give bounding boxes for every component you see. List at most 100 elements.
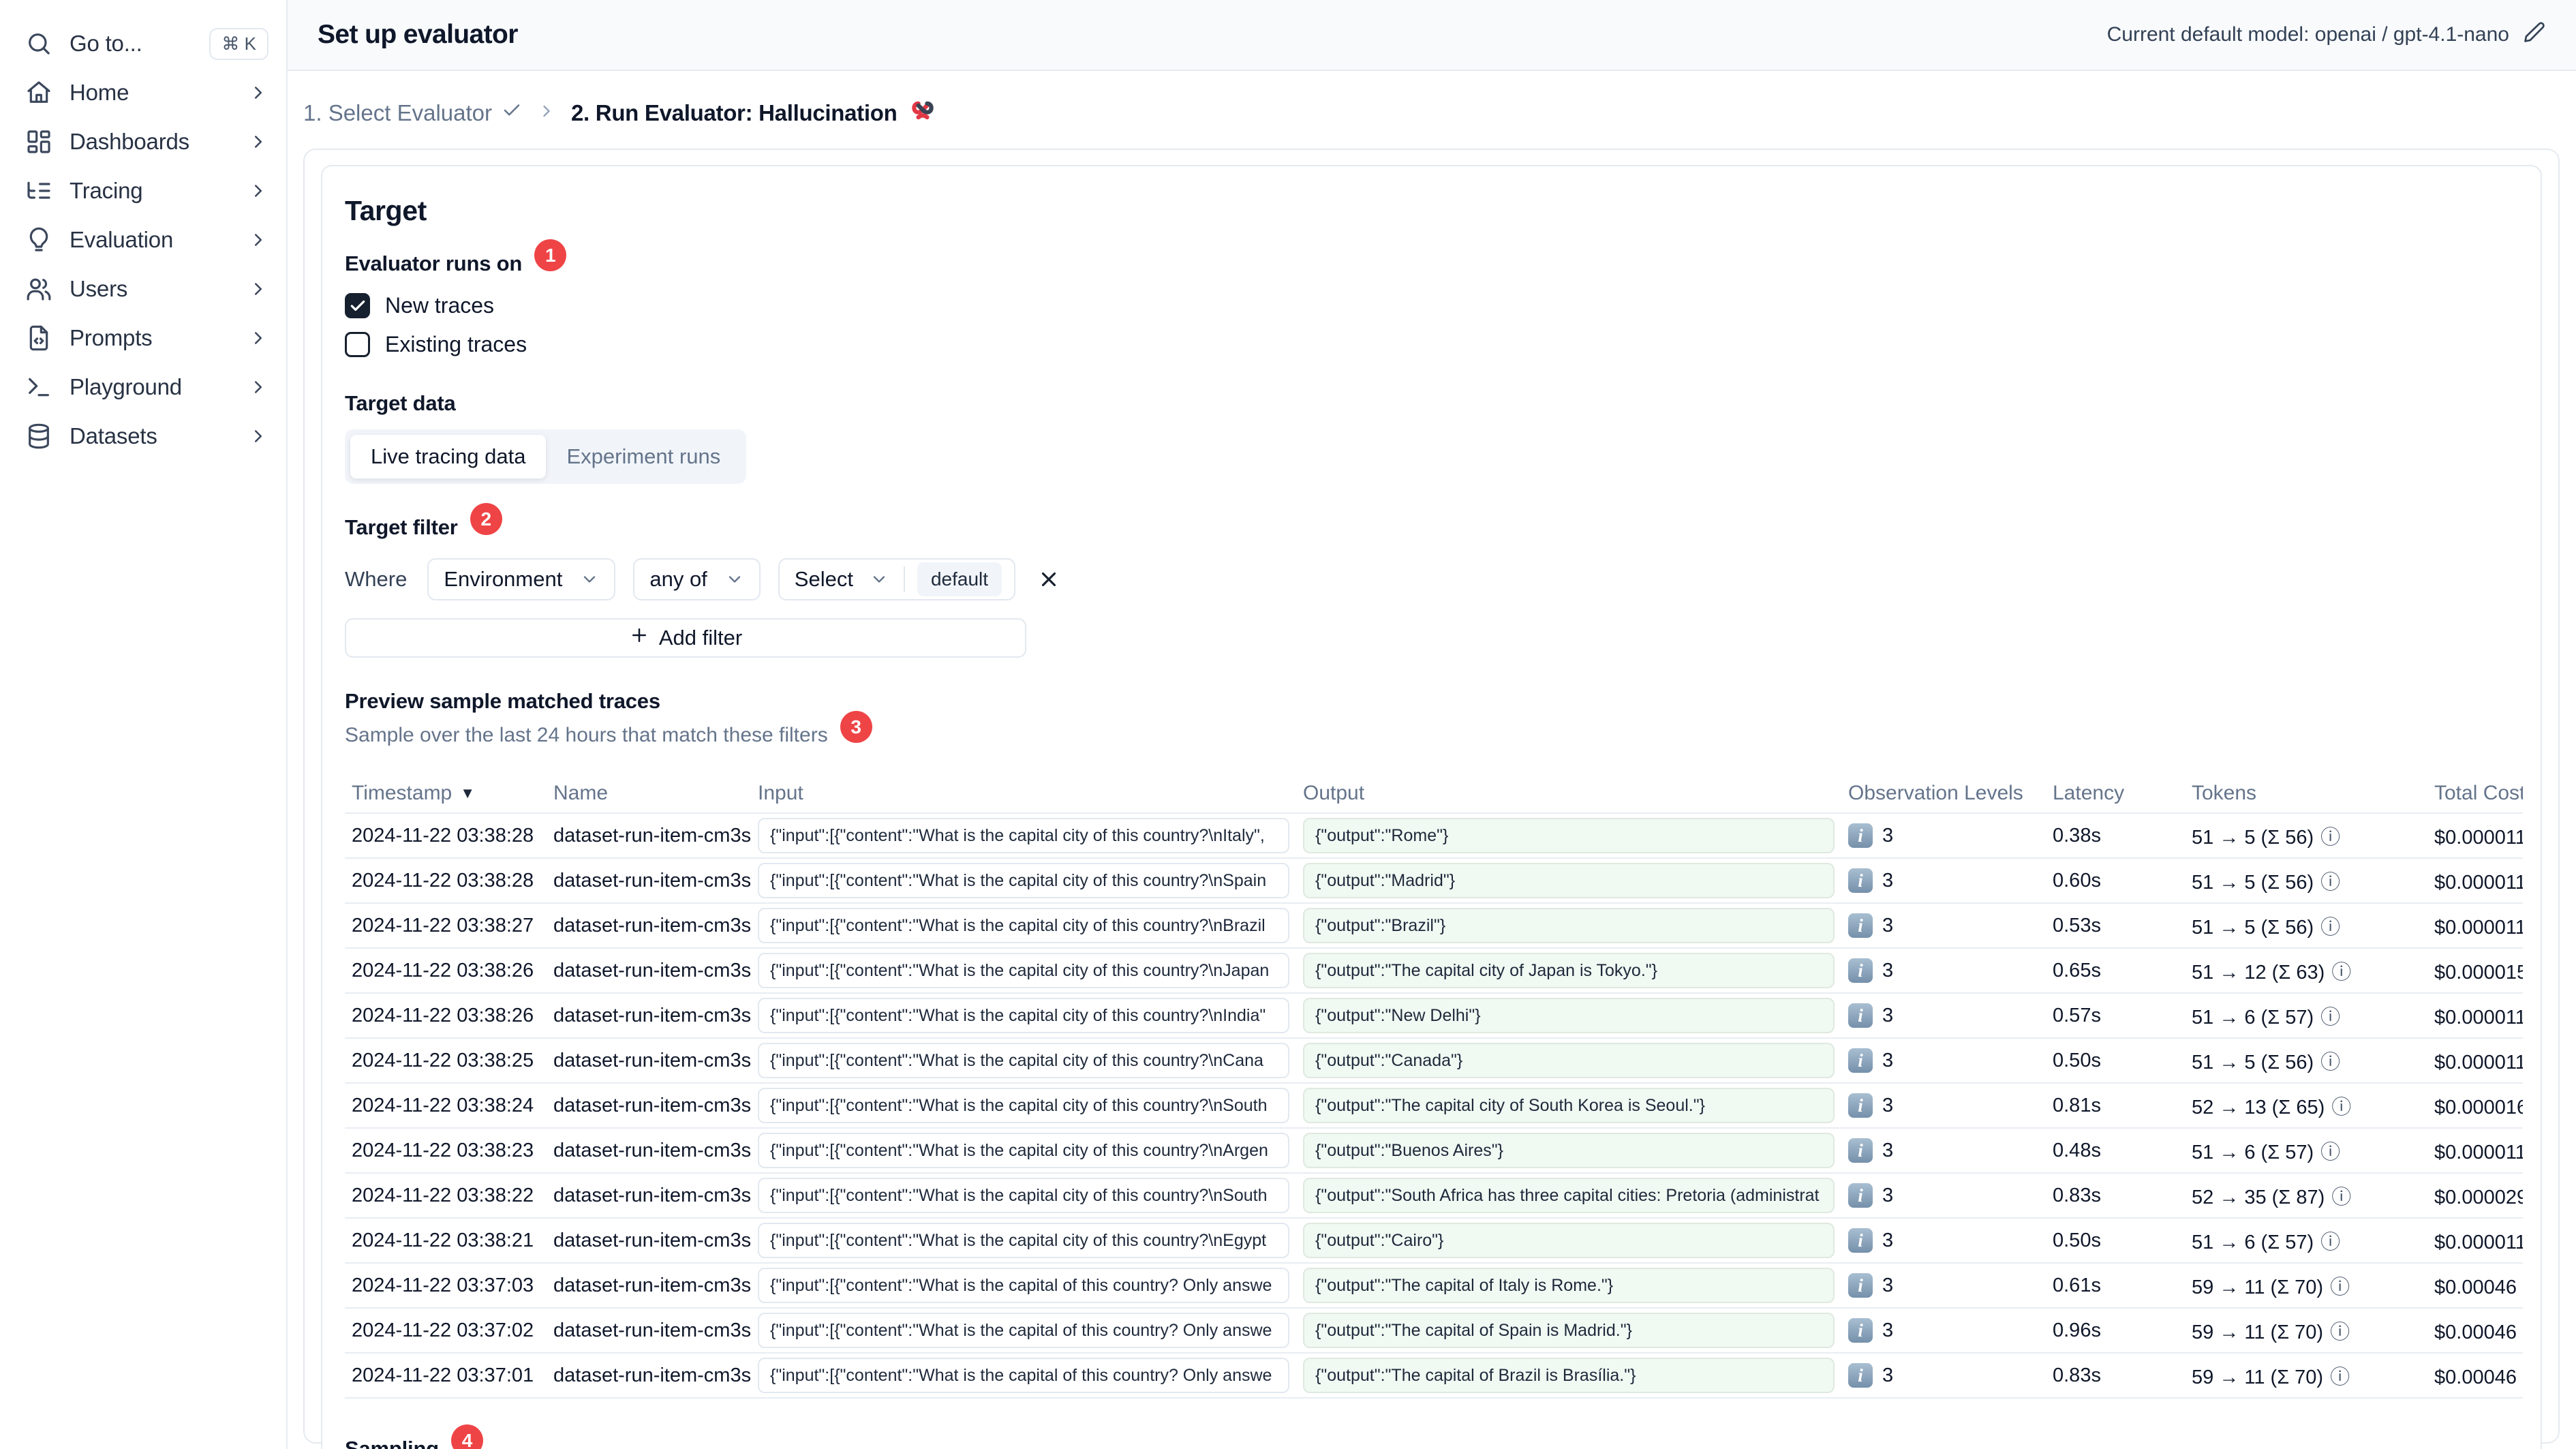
table-row[interactable]: 2024-11-22 03:38:25 dataset-run-item-cm3… [345, 1039, 2523, 1084]
timestamp-cell: 2024-11-22 03:38:28 [352, 824, 534, 846]
info-circle-icon[interactable]: ⓘ [2331, 962, 2351, 983]
checkbox-row-existing-traces[interactable]: Existing traces [345, 332, 2518, 357]
info-circle-icon[interactable]: ⓘ [2320, 827, 2340, 849]
info-circle-icon[interactable]: ⓘ [2320, 1007, 2340, 1028]
sidebar-item-dashboards[interactable]: Dashboards [0, 117, 286, 166]
output-pill: {"output":"The capital of Italy is Rome.… [1303, 1268, 1835, 1303]
name-cell: dataset-run-item-cm3s4 [553, 959, 751, 981]
sidebar-item-playground[interactable]: Playground [0, 363, 286, 412]
filter-operator-select[interactable]: any of [633, 558, 761, 600]
table-row[interactable]: 2024-11-22 03:38:21 dataset-run-item-cm3… [345, 1219, 2523, 1264]
info-emoji-icon: i [1848, 1363, 1873, 1388]
info-circle-icon[interactable]: ⓘ [2320, 917, 2340, 939]
info-circle-icon[interactable]: ⓘ [2320, 872, 2340, 894]
goto-label: Go to... [70, 31, 142, 56]
name-cell: dataset-run-item-cm3s4 [553, 1274, 751, 1296]
latency-cell: 0.65s [2053, 959, 2101, 981]
input-pill: {"input":[{"content":"What is the capita… [758, 998, 1289, 1033]
filter-value-select[interactable]: Select [780, 560, 904, 599]
name-cell: dataset-run-item-cm3s4 [553, 824, 751, 846]
tokens-cell: 51 → 6 (Σ 57) [2192, 1007, 2314, 1028]
info-circle-icon[interactable]: ⓘ [2330, 1277, 2350, 1298]
latency-cell: 0.50s [2053, 1049, 2101, 1071]
goto-search[interactable]: Go to... ⌘ K [0, 19, 286, 68]
plus-icon [629, 625, 649, 651]
table-row[interactable]: 2024-11-22 03:38:28 dataset-run-item-cm3… [345, 859, 2523, 904]
column-header-timestamp[interactable]: Timestamp ▼ [345, 782, 547, 805]
observation-count: 3 [1882, 1229, 1894, 1251]
latency-cell: 0.60s [2053, 869, 2101, 891]
target-filter-label: Target filter [345, 515, 458, 539]
observation-count: 3 [1882, 959, 1894, 981]
table-row[interactable]: 2024-11-22 03:38:23 dataset-run-item-cm3… [345, 1129, 2523, 1174]
table-row[interactable]: 2024-11-22 03:38:26 dataset-run-item-cm3… [345, 994, 2523, 1039]
output-pill: {"output":"Canada"} [1303, 1043, 1835, 1078]
evaluation-icon [25, 226, 53, 254]
observation-count: 3 [1882, 1139, 1894, 1161]
remove-filter-button[interactable] [1037, 568, 1060, 591]
timestamp-cell: 2024-11-22 03:37:03 [352, 1274, 534, 1296]
table-row[interactable]: 2024-11-22 03:38:28 dataset-run-item-cm3… [345, 814, 2523, 859]
sidebar-item-evaluation[interactable]: Evaluation [0, 215, 286, 264]
sidebar-item-tracing[interactable]: Tracing [0, 166, 286, 215]
input-pill: {"input":[{"content":"What is the capita… [758, 1133, 1289, 1168]
tokens-cell: 52 → 35 (Σ 87) [2192, 1187, 2325, 1208]
tab-live-tracing-data[interactable]: Live tracing data [350, 435, 547, 478]
name-cell: dataset-run-item-cm3s4 [553, 1184, 751, 1206]
table-row[interactable]: 2024-11-22 03:38:27 dataset-run-item-cm3… [345, 904, 2523, 949]
cmd-k-shortcut: ⌘ K [209, 27, 269, 60]
checkbox-row-new-traces[interactable]: New traces [345, 293, 2518, 318]
breadcrumb-step1[interactable]: 1. Select Evaluator [303, 100, 522, 126]
observation-count: 3 [1882, 1094, 1894, 1116]
cost-cell: $0.000029 [2434, 1187, 2523, 1208]
info-circle-icon[interactable]: ⓘ [2330, 1322, 2350, 1343]
chevron-down-icon [725, 570, 744, 589]
checkbox[interactable] [345, 332, 370, 357]
hallucination-knot-emoji-icon [908, 95, 938, 131]
sidebar-item-users[interactable]: Users [0, 264, 286, 314]
chevron-down-icon [580, 570, 599, 589]
observation-count: 3 [1882, 1049, 1894, 1071]
name-cell: dataset-run-item-cm3s4 [553, 1139, 751, 1161]
preview-subtext: Sample over the last 24 hours that match… [345, 723, 828, 746]
info-emoji-icon: i [1848, 1093, 1873, 1118]
chevron-right-icon [248, 377, 269, 397]
target-card: Target Evaluator runs on 1 New traces Exi… [321, 165, 2542, 1449]
info-circle-icon[interactable]: ⓘ [2331, 1187, 2351, 1208]
info-circle-icon[interactable]: ⓘ [2331, 1097, 2351, 1118]
table-row[interactable]: 2024-11-22 03:37:03 dataset-run-item-cm3… [345, 1264, 2523, 1309]
latency-cell: 0.57s [2053, 1004, 2101, 1026]
column-header-total-cost: Total Cost [2434, 782, 2523, 804]
cost-cell: $0.000015 [2434, 962, 2523, 983]
filter-value-chip: default [917, 562, 1002, 596]
name-cell: dataset-run-item-cm3s4 [553, 1229, 751, 1251]
divider [903, 566, 905, 592]
tab-experiment-runs[interactable]: Experiment runs [546, 435, 741, 478]
info-circle-icon[interactable]: ⓘ [2320, 1142, 2340, 1163]
latency-cell: 0.81s [2053, 1094, 2101, 1116]
add-filter-button[interactable]: Add filter [345, 618, 1026, 658]
table-row[interactable]: 2024-11-22 03:38:22 dataset-run-item-cm3… [345, 1174, 2523, 1219]
info-circle-icon[interactable]: ⓘ [2320, 1232, 2340, 1253]
table-row[interactable]: 2024-11-22 03:38:26 dataset-run-item-cm3… [345, 949, 2523, 994]
sidebar-item-prompts[interactable]: Prompts [0, 314, 286, 363]
timestamp-cell: 2024-11-22 03:37:02 [352, 1319, 534, 1341]
tokens-cell: 51 → 12 (Σ 63) [2192, 962, 2325, 983]
sidebar-item-datasets[interactable]: Datasets [0, 412, 286, 461]
tokens-cell: 59 → 11 (Σ 70) [2192, 1322, 2324, 1343]
info-circle-icon[interactable]: ⓘ [2320, 1052, 2340, 1073]
info-emoji-icon: i [1848, 868, 1873, 893]
table-row[interactable]: 2024-11-22 03:37:02 dataset-run-item-cm3… [345, 1309, 2523, 1354]
dashboards-icon [25, 127, 53, 156]
checkbox[interactable] [345, 293, 370, 318]
table-row[interactable]: 2024-11-22 03:38:24 dataset-run-item-cm3… [345, 1084, 2523, 1129]
filter-column-select[interactable]: Environment [427, 558, 616, 600]
info-circle-icon[interactable]: ⓘ [2330, 1367, 2350, 1388]
output-pill: {"output":"New Delhi"} [1303, 998, 1835, 1033]
sidebar-item-home[interactable]: Home [0, 68, 286, 117]
target-heading: Target [345, 195, 427, 226]
pencil-edit-icon[interactable] [2523, 20, 2546, 49]
sampling-label: Sampling [345, 1436, 439, 1449]
input-pill: {"input":[{"content":"What is the capita… [758, 1268, 1289, 1303]
table-row[interactable]: 2024-11-22 03:37:01 dataset-run-item-cm3… [345, 1354, 2523, 1399]
